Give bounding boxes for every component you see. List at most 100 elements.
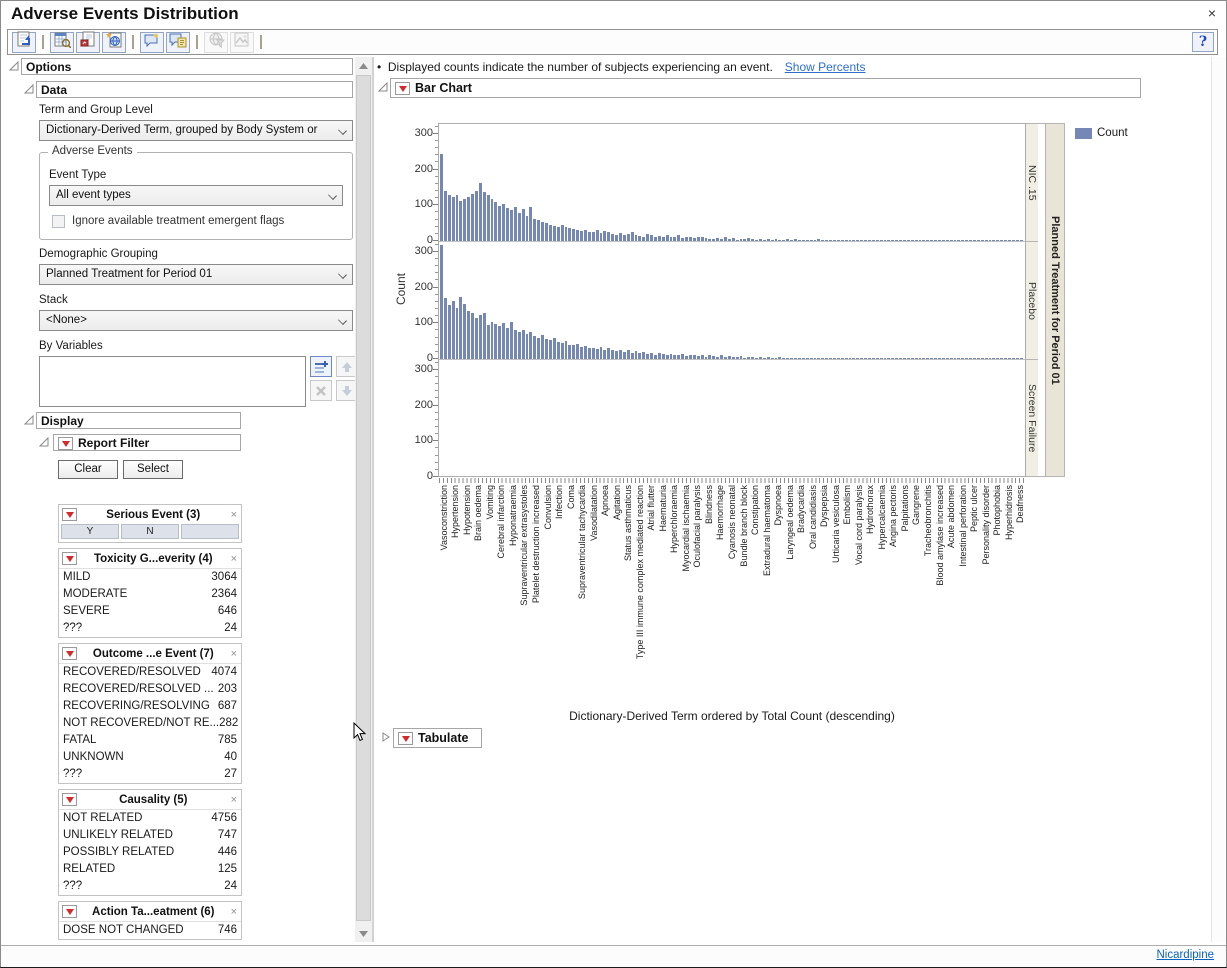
bar[interactable]	[565, 341, 568, 359]
bar[interactable]	[627, 234, 630, 241]
bar[interactable]	[611, 234, 614, 241]
red-triangle-menu-icon[interactable]	[398, 732, 413, 745]
bar[interactable]	[670, 354, 673, 359]
bar[interactable]	[950, 358, 953, 359]
bar[interactable]	[985, 240, 988, 241]
bar[interactable]	[856, 358, 859, 359]
bar[interactable]	[938, 358, 941, 359]
bar[interactable]	[646, 354, 649, 359]
bar[interactable]	[541, 222, 544, 241]
bar[interactable]	[697, 356, 700, 359]
red-triangle-menu-icon[interactable]	[62, 508, 77, 521]
bar[interactable]	[533, 336, 536, 359]
bar[interactable]	[895, 358, 898, 359]
bar[interactable]	[475, 318, 478, 359]
bar[interactable]	[860, 358, 863, 359]
bar[interactable]	[452, 197, 455, 241]
bar[interactable]	[724, 237, 727, 241]
bar[interactable]	[810, 240, 813, 241]
bar[interactable]	[611, 350, 614, 359]
bar[interactable]	[654, 237, 657, 241]
bar[interactable]	[467, 311, 470, 359]
bar[interactable]	[833, 358, 836, 359]
bar[interactable]	[977, 358, 980, 359]
bar[interactable]	[712, 239, 715, 241]
bar[interactable]	[790, 358, 793, 359]
bar[interactable]	[887, 240, 890, 241]
bar[interactable]	[961, 358, 964, 359]
term-group-select[interactable]: Dictionary-Derived Term, grouped by Body…	[39, 120, 353, 141]
bar[interactable]	[728, 356, 731, 359]
bar[interactable]	[677, 355, 680, 359]
bar[interactable]	[642, 237, 645, 241]
bar[interactable]	[841, 240, 844, 241]
bar[interactable]	[899, 358, 902, 359]
bar[interactable]	[557, 227, 560, 241]
bar[interactable]	[1008, 358, 1011, 359]
bar[interactable]	[957, 358, 960, 359]
bar[interactable]	[981, 358, 984, 359]
close-icon[interactable]: ×	[1208, 5, 1216, 21]
filter-row[interactable]: ???27	[59, 766, 241, 783]
bar[interactable]	[623, 352, 626, 359]
bar[interactable]	[919, 358, 922, 359]
bar[interactable]	[537, 220, 540, 241]
bar[interactable]	[631, 353, 634, 359]
bar[interactable]	[588, 232, 591, 241]
bar[interactable]	[899, 240, 902, 241]
red-triangle-menu-icon[interactable]	[58, 437, 73, 450]
bar[interactable]	[985, 358, 988, 359]
move-up-button[interactable]	[336, 356, 355, 377]
bar[interactable]	[849, 240, 852, 241]
data-filter-button[interactable]	[204, 32, 228, 53]
help-button[interactable]: ?	[1192, 32, 1214, 52]
bar[interactable]	[658, 236, 661, 241]
save-image-button[interactable]	[230, 32, 254, 53]
bar[interactable]	[767, 239, 770, 241]
bar[interactable]	[767, 357, 770, 359]
bar[interactable]	[615, 235, 618, 241]
bar[interactable]	[491, 199, 494, 241]
bar[interactable]	[471, 313, 474, 359]
bar[interactable]	[483, 313, 486, 359]
bar[interactable]	[549, 225, 552, 241]
bar[interactable]	[607, 232, 610, 241]
filter-row[interactable]: FATAL785	[59, 732, 241, 749]
bar[interactable]	[463, 304, 466, 359]
bar[interactable]	[487, 195, 490, 241]
bar[interactable]	[576, 344, 579, 359]
bar[interactable]	[561, 225, 564, 241]
bar[interactable]	[747, 357, 750, 359]
bar[interactable]	[623, 235, 626, 241]
bar[interactable]	[946, 358, 949, 359]
journal-button[interactable]	[12, 32, 36, 53]
disclosure-open-icon[interactable]	[9, 61, 19, 71]
bar[interactable]	[498, 326, 501, 359]
bar[interactable]	[627, 350, 630, 359]
bar[interactable]	[880, 240, 883, 241]
filter-row[interactable]: SEVERE646	[59, 603, 241, 620]
bar[interactable]	[685, 356, 688, 359]
bar[interactable]	[506, 208, 509, 241]
bar[interactable]	[786, 358, 789, 359]
bar[interactable]	[860, 240, 863, 241]
bar[interactable]	[662, 237, 665, 241]
bar[interactable]	[452, 301, 455, 359]
bar[interactable]	[670, 237, 673, 241]
bar[interactable]	[603, 231, 606, 241]
bar[interactable]	[747, 238, 750, 241]
bar[interactable]	[1000, 358, 1003, 359]
bar[interactable]	[518, 332, 521, 359]
bar[interactable]	[693, 355, 696, 359]
add-variable-button[interactable]	[310, 356, 332, 377]
bar[interactable]	[992, 358, 995, 359]
bar[interactable]	[600, 233, 603, 241]
bar[interactable]	[736, 240, 739, 241]
bar[interactable]	[471, 194, 474, 241]
bar[interactable]	[794, 358, 797, 359]
scroll-down-button[interactable]	[355, 925, 372, 942]
bar[interactable]	[965, 358, 968, 359]
filter-row[interactable]: ???24	[59, 878, 241, 895]
bar[interactable]	[798, 240, 801, 241]
bar[interactable]	[646, 234, 649, 241]
